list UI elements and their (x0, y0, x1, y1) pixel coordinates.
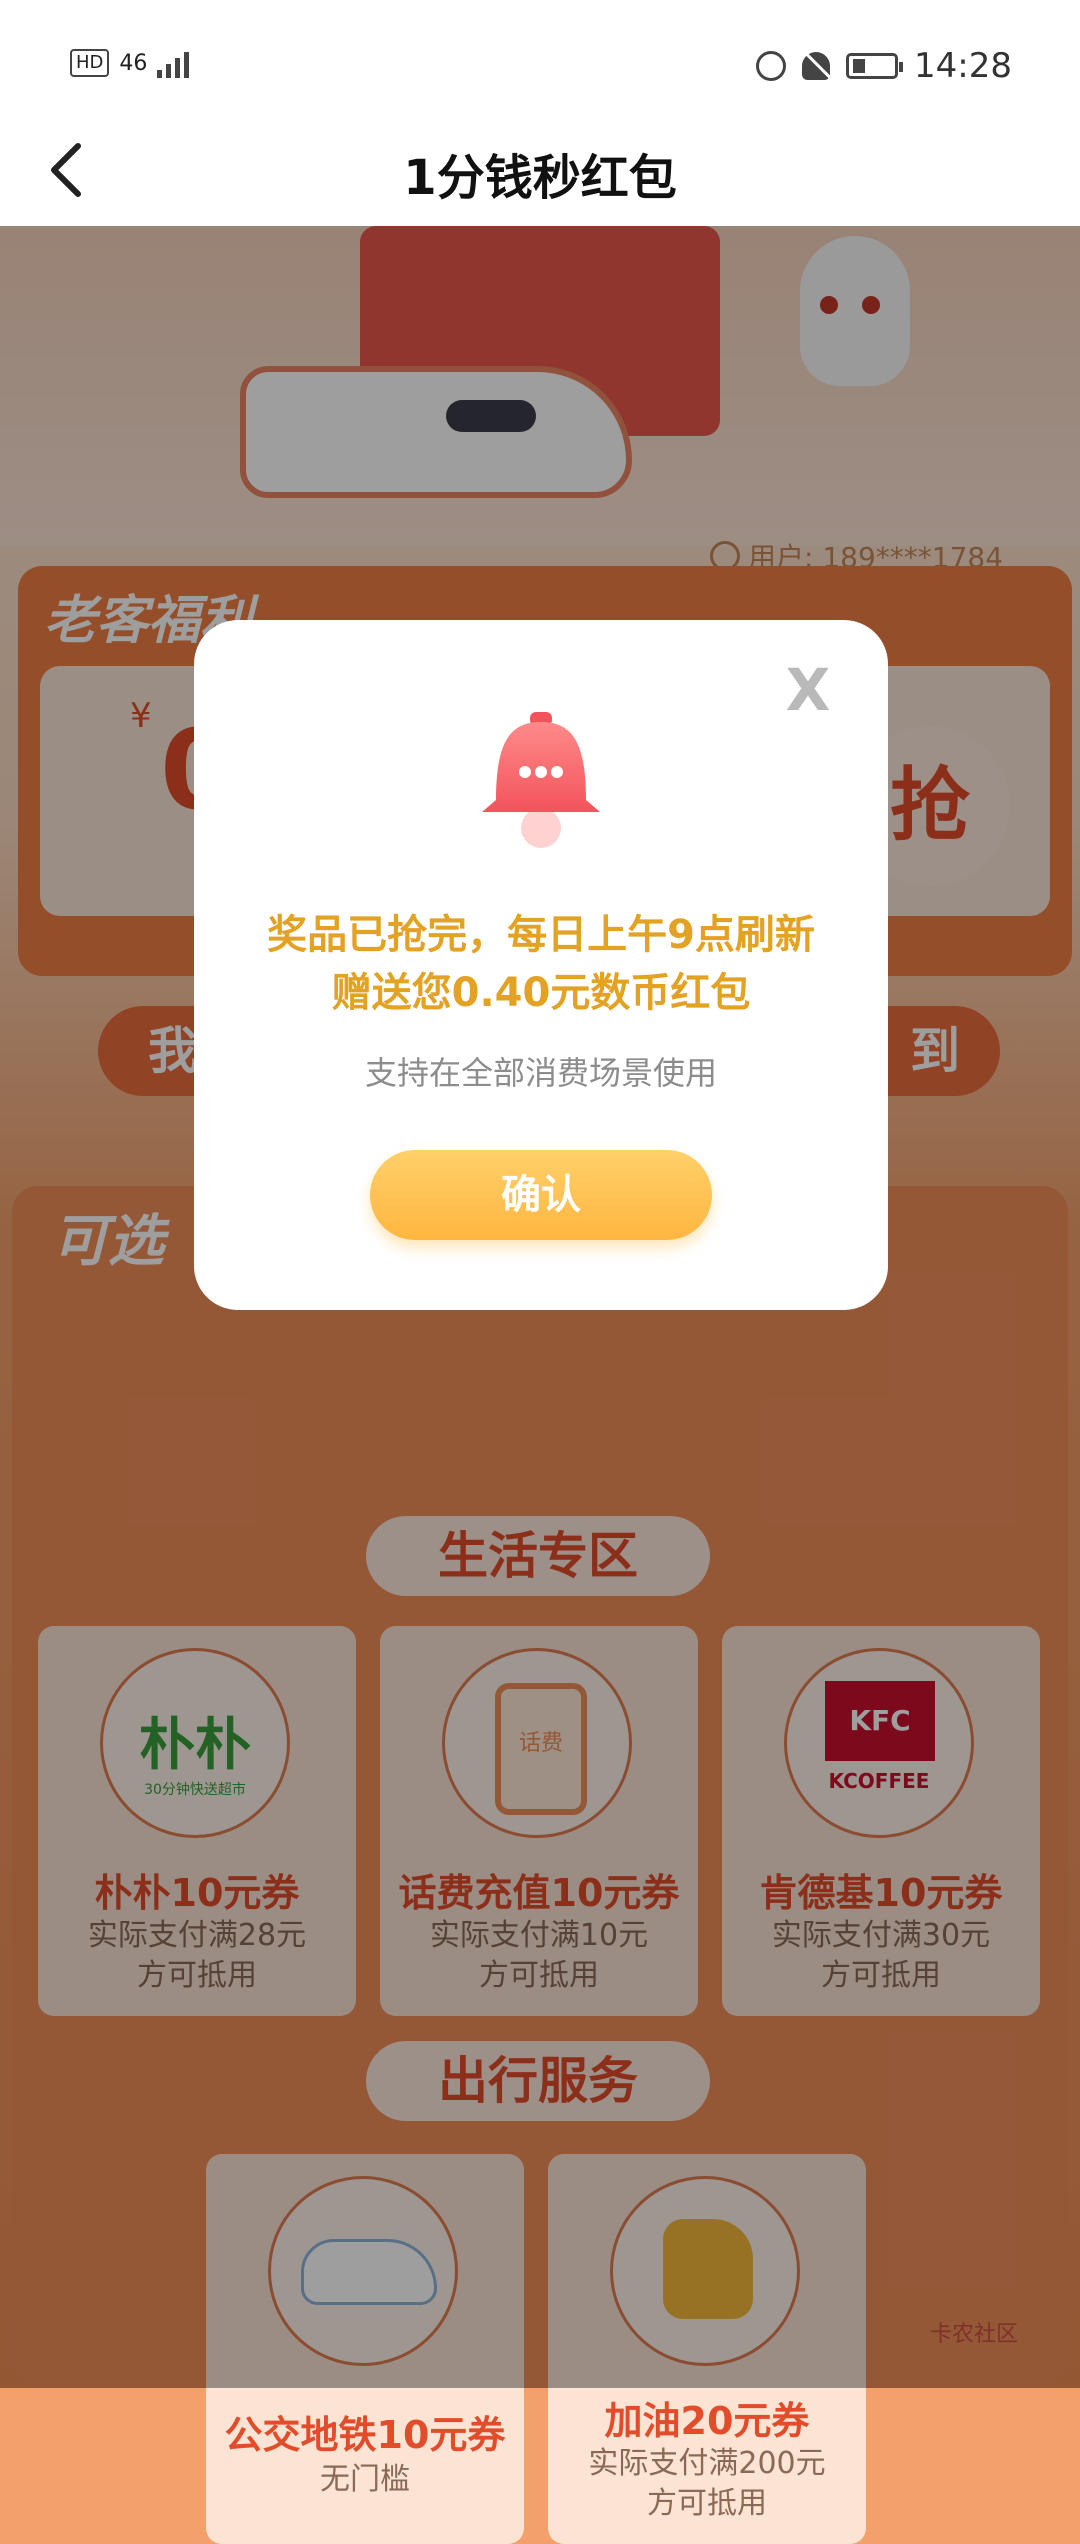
tile-desc: 无门槛 (206, 2460, 524, 2500)
clock: 14:28 (914, 46, 1012, 86)
battery-icon (846, 53, 904, 79)
tile-desc-line2: 方可抵用 (647, 2486, 767, 2521)
message-line-2: 赠送您0.40元数币红包 (331, 970, 751, 1016)
page-title: 1分钱秒红包 (403, 150, 677, 206)
result-dialog: X 奖品已抢完，每日上午9点刷新 赠送您0.40元数币红包 支持在全部消费场景使… (194, 620, 888, 1310)
message-subtext: 支持在全部消费场景使用 (364, 1054, 717, 1092)
hd-badge: HD (70, 49, 110, 77)
tile-name: 公交地铁10元券 (224, 2413, 506, 2457)
mute-icon (802, 52, 831, 80)
status-right: 14:28 (756, 46, 1012, 86)
alarm-icon (756, 51, 787, 81)
network-type: 46 (119, 50, 148, 76)
signal-icon (157, 48, 190, 78)
tile-name: 加油20元券 (604, 2399, 810, 2443)
nav-bar: 1分钱秒红包 (0, 130, 1080, 226)
tile-desc: 实际支付满200元 方可抵用 (548, 2444, 866, 2524)
message-line-1: 奖品已抢完，每日上午9点刷新 (267, 912, 815, 958)
tile-desc-line1: 无门槛 (320, 2462, 410, 2497)
confirm-button[interactable]: 确认 (370, 1150, 712, 1240)
status-bar: HD 46 14:28 (0, 0, 1080, 130)
tile-desc-line1: 实际支付满200元 (588, 2446, 826, 2481)
bell-icon (482, 712, 600, 848)
status-left: HD 46 (70, 48, 190, 78)
close-button[interactable]: X (778, 660, 838, 720)
